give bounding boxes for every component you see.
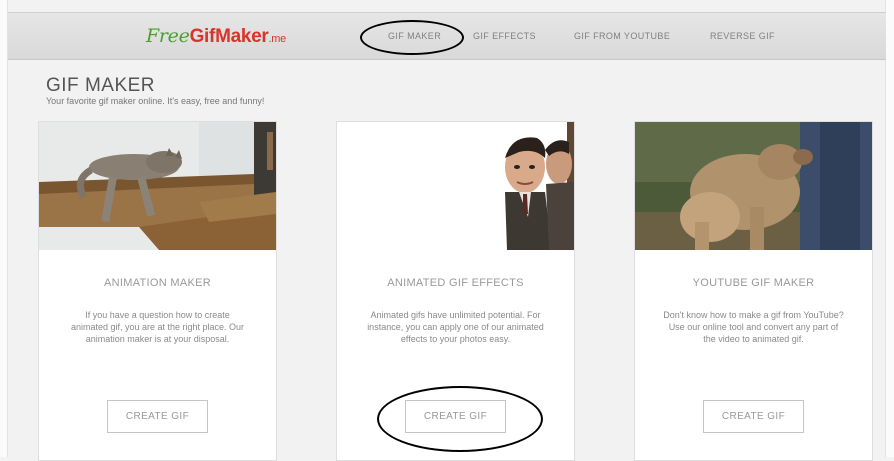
card-title: YOUTUBE GIF MAKER	[692, 277, 815, 289]
site-logo[interactable]: FreeGifMaker.me	[146, 25, 286, 48]
peeking-men-image	[337, 122, 574, 250]
card-description: Animated gifs have unlimited potential. …	[367, 310, 544, 344]
card-title: ANIMATED GIF EFFECTS	[387, 277, 524, 289]
card-title: ANIMATION MAKER	[104, 277, 211, 289]
page-title: GIF MAKER	[46, 75, 156, 96]
card-description: Don't know how to make a gif from YouTub…	[663, 310, 844, 344]
nav-gif-maker[interactable]: GIF MAKER	[388, 31, 441, 41]
cat-image	[39, 122, 276, 250]
logo-free-text: Free	[146, 25, 190, 47]
top-navbar: FreeGifMaker.me GIF MAKER GIF EFFECTS GI…	[8, 12, 886, 60]
create-gif-button[interactable]: CREATE GIF	[703, 400, 804, 433]
card-description: If you have a question how to create ani…	[70, 310, 245, 344]
logo-gif-text: Gif	[189, 26, 216, 47]
window-left-edge	[0, 0, 8, 457]
card-animation-maker: ANIMATION MAKER If you have a question h…	[38, 121, 277, 461]
create-gif-button[interactable]: CREATE GIF	[405, 400, 506, 433]
nav-reverse-gif[interactable]: REVERSE GIF	[710, 31, 775, 41]
logo-tld-text: .me	[268, 33, 287, 45]
nav-gif-effects[interactable]: GIF EFFECTS	[473, 31, 536, 41]
nav-gif-from-youtube[interactable]: GIF FROM YOUTUBE	[574, 31, 670, 41]
card-animated-gif-effects: ANIMATED GIF EFFECTS Animated gifs have …	[336, 121, 575, 461]
card-youtube-gif-maker: YOUTUBE GIF MAKER Don't know how to make…	[634, 121, 873, 461]
page-subtitle: Your favorite gif maker online. It's eas…	[46, 96, 265, 106]
window-right-edge	[885, 0, 894, 457]
logo-maker-text: Maker	[215, 26, 269, 47]
create-gif-button[interactable]: CREATE GIF	[107, 400, 208, 433]
dog-image	[635, 122, 872, 250]
